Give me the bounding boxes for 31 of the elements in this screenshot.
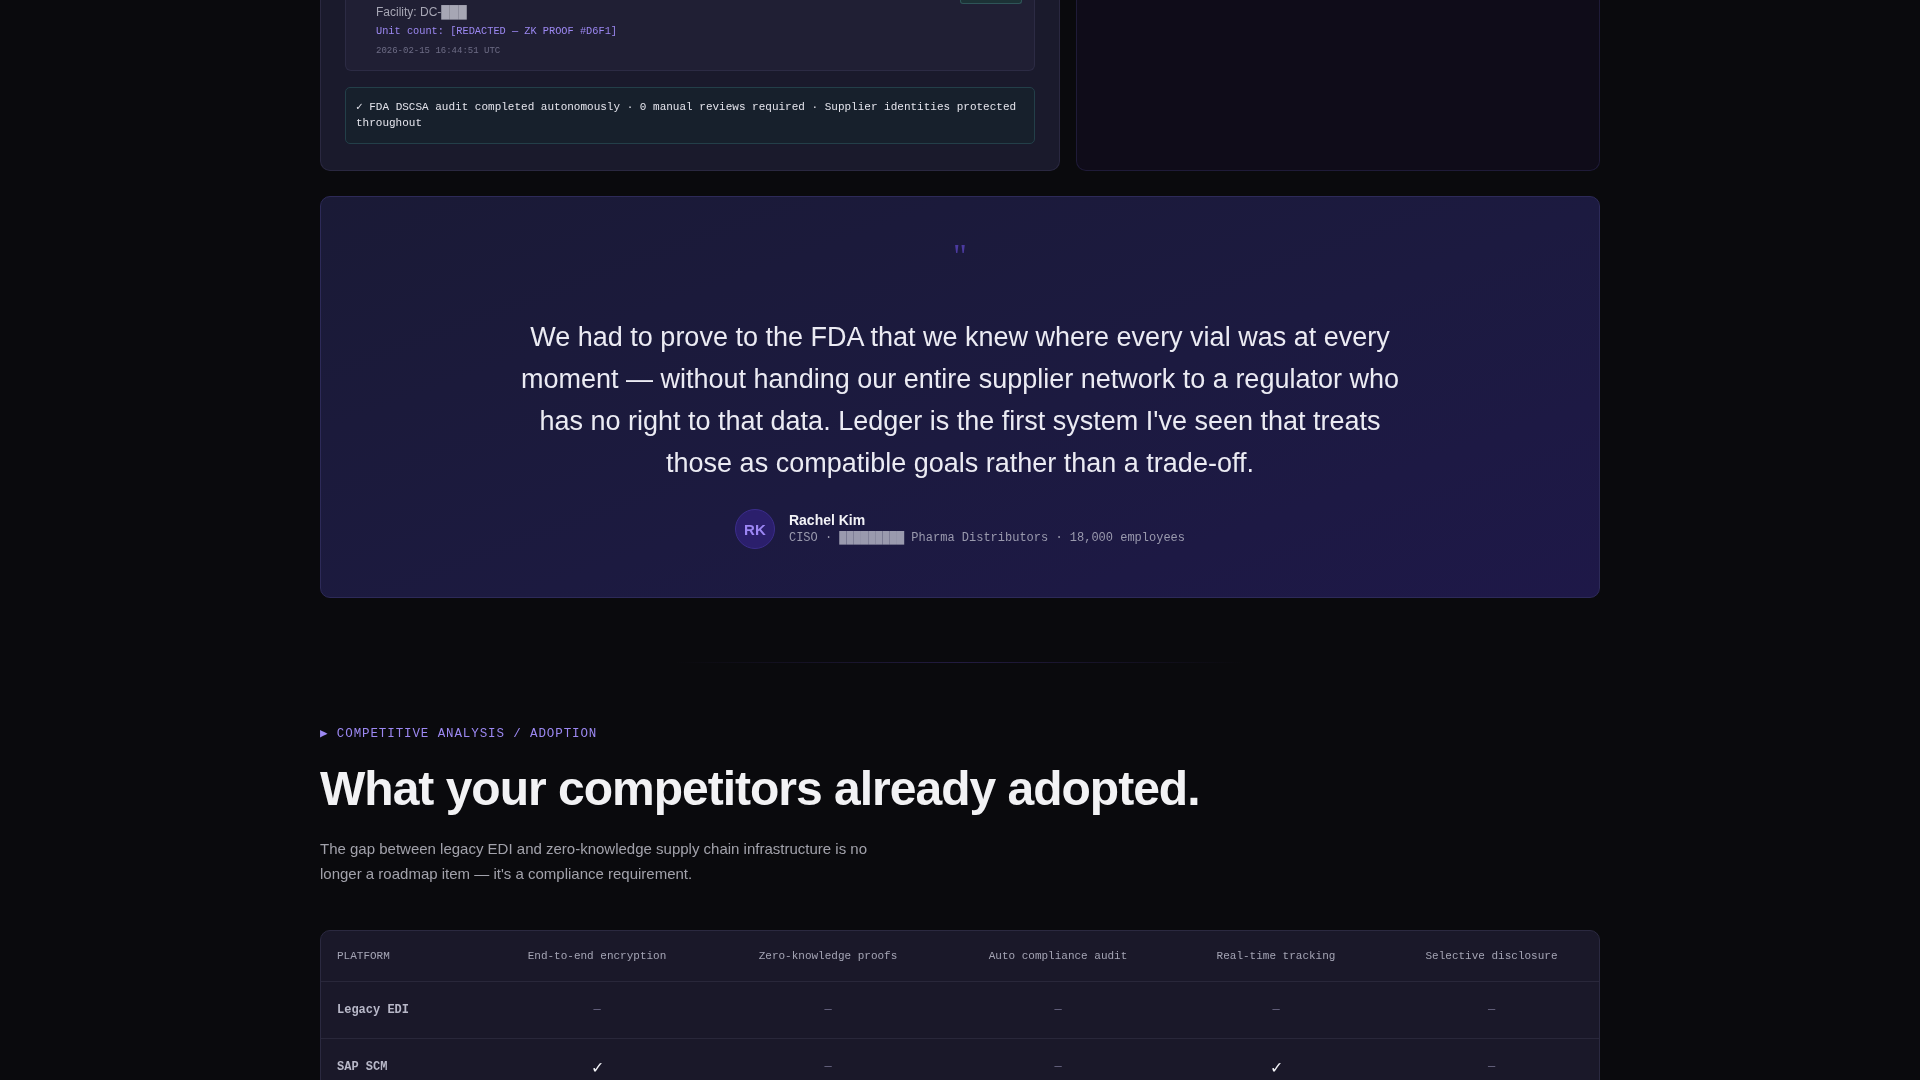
dash-mark: — xyxy=(593,1003,601,1017)
column-header: Auto compliance audit xyxy=(988,950,1128,962)
column-header: End-to-end encryption xyxy=(527,950,667,962)
facility-text: Facility: DC-███ xyxy=(376,4,467,20)
section-eyebrow: ▶ COMPETITIVE ANALYSIS / ADOPTION xyxy=(320,726,599,742)
dash-mark: — xyxy=(1487,1003,1496,1017)
timestamp: 2026-02-15 16:44:51 UTC xyxy=(376,45,501,58)
column-header: Zero-knowledge proofs xyxy=(758,950,898,962)
avatar-initials: RK xyxy=(734,509,775,549)
author-name: Rachel Kim xyxy=(788,512,867,529)
column-header: PLATFORM xyxy=(337,950,390,962)
quote-mark: " xyxy=(953,239,967,273)
section-intro: The gap between legacy EDI and zero-knowledge supply chain infrastructure is no longer a roadmap item — it's a compliance requirement. xyxy=(320,839,868,884)
dash-mark: — xyxy=(1054,1003,1062,1017)
section-heading: What your competitors already adopted. xyxy=(320,761,1201,817)
dash-mark: — xyxy=(824,1003,832,1017)
platform-cell: Legacy EDI xyxy=(337,1003,409,1017)
quote-text: We had to prove to the FDA that we knew where every vial was at every moment — without handing our entire supplier network to a regulator who has no right to that data. Ledger is the first system I've seen that treats those as compatible goals rather than a trade-off. xyxy=(520,321,1400,480)
dash-mark: — xyxy=(1054,1060,1062,1074)
dash-mark: — xyxy=(824,1060,832,1074)
column-header: Real-time tracking xyxy=(1216,950,1336,962)
unit-count-text: Unit count: [REDACTED — ZK PROOF #D6F1] xyxy=(376,24,617,38)
audit-result-note: ✓ FDA DSCSA audit completed autonomously · 0 manual reviews required · Supplier identities protected throughout xyxy=(345,87,1035,144)
column-header: Selective disclosure xyxy=(1425,950,1558,962)
check-mark: ✓ xyxy=(590,1057,604,1077)
author-details: CISO · █████████ Pharma Distributors · 18,000 employees xyxy=(788,530,1186,546)
dash-mark: — xyxy=(1487,1060,1496,1074)
platform-cell: SAP SCM xyxy=(337,1060,388,1074)
check-mark: ✓ xyxy=(1269,1057,1283,1077)
dash-mark: — xyxy=(1272,1003,1280,1017)
badge-edge xyxy=(960,0,1022,4)
